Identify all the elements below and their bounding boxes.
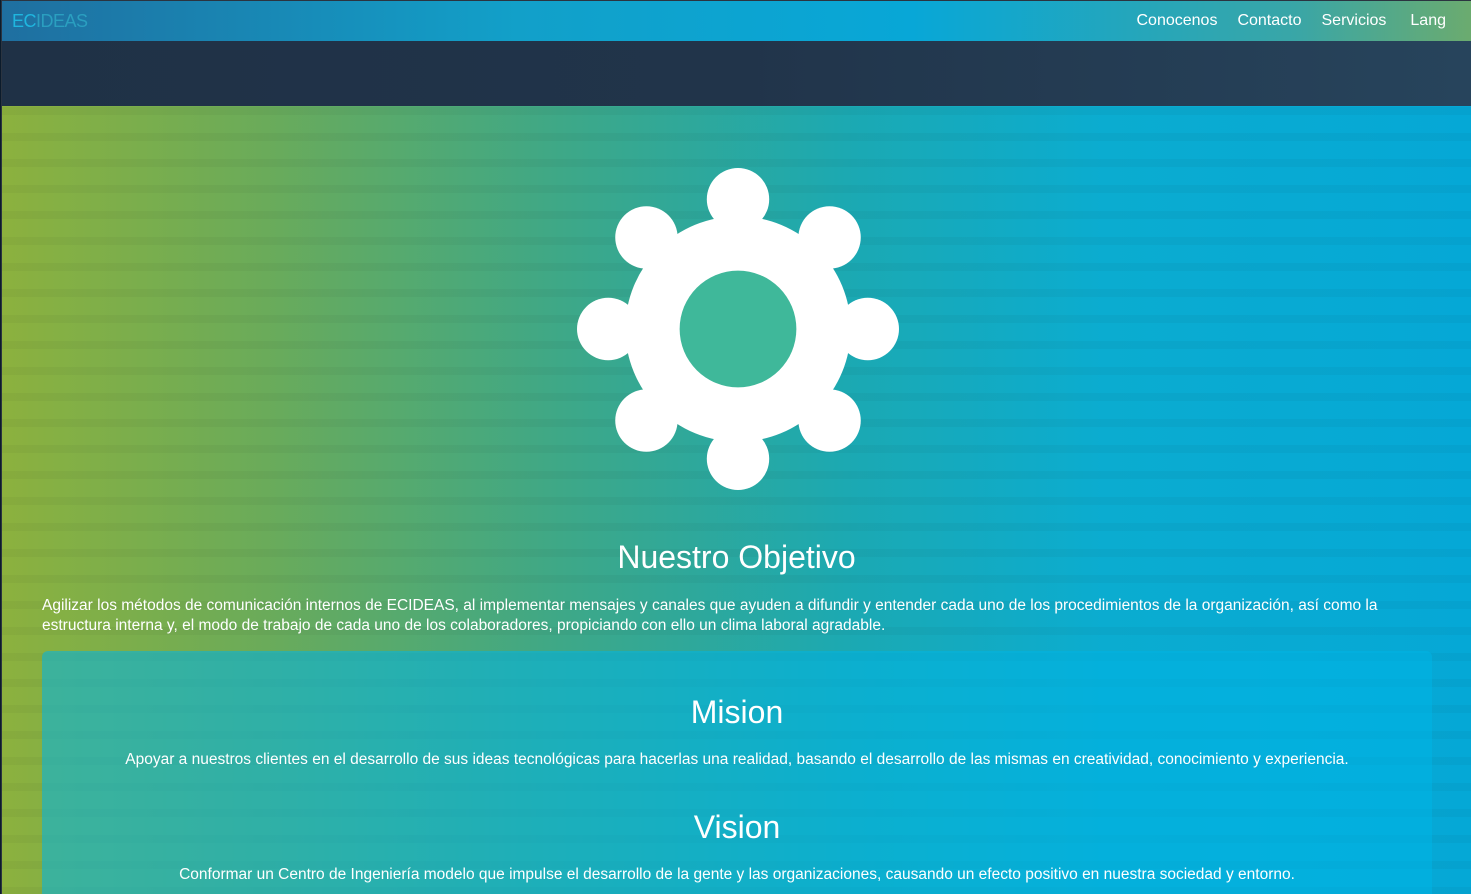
hero-section: Nuestro Objetivo Agilizar los métodos de…	[2, 106, 1471, 894]
brand-prefix: EC	[12, 11, 37, 31]
top-navbar: ECIDEAS Conocenos Contacto Servicios Lan…	[2, 1, 1471, 41]
vision-title: Vision	[693, 809, 781, 845]
section-title: Nuestro Objetivo	[617, 539, 856, 575]
mission-title: Mision	[690, 694, 784, 730]
brand-logo[interactable]: ECIDEAS	[12, 11, 88, 31]
mission-vision-card: Mision Apoyar a nuestros clientes en el …	[42, 651, 1432, 894]
gear-icon	[577, 168, 899, 490]
nav-link-servicios[interactable]: Servicios	[1322, 12, 1387, 30]
brand-suffix: IDEAS	[36, 11, 88, 31]
nav-link-contacto[interactable]: Contacto	[1237, 12, 1301, 30]
header-band	[2, 41, 1471, 106]
nav-link-lang[interactable]: Lang	[1410, 12, 1446, 30]
main-nav: Conocenos Contacto Servicios Lang	[1137, 1, 1447, 41]
mission-text: Apoyar a nuestros clientes en el desarro…	[125, 751, 1349, 768]
vision-text: Conformar un Centro de Ingeniería modelo…	[179, 866, 1295, 883]
nav-link-conocenos[interactable]: Conocenos	[1137, 12, 1218, 30]
page-frame: ECIDEAS Conocenos Contacto Servicios Lan…	[1, 0, 1471, 894]
objective-text: Agilizar los métodos de comunicación int…	[42, 597, 1378, 634]
